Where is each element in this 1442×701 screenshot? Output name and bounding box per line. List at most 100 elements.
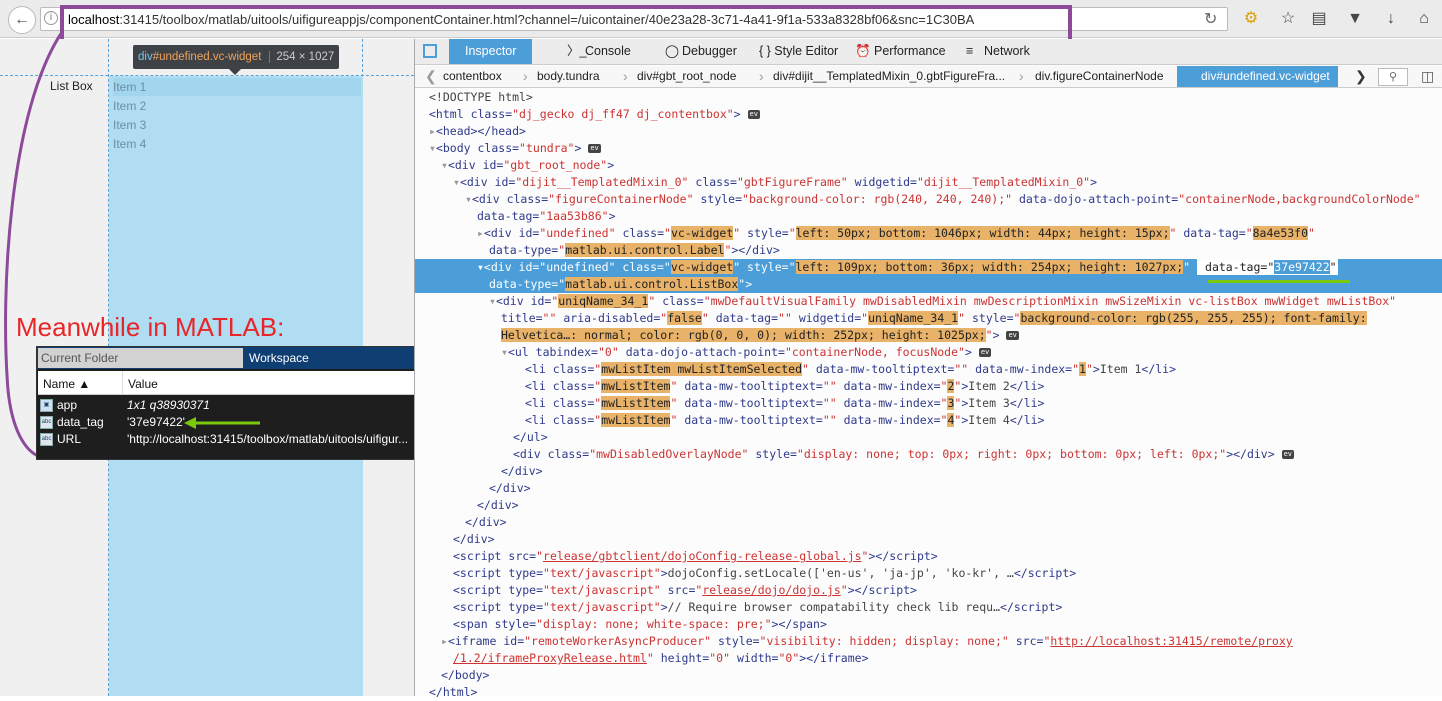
breadcrumb-item[interactable]: contentbox [443,66,502,87]
search-icon[interactable]: ⚲ [1378,68,1408,86]
code-line[interactable]: ▾<div class="figureContainerNode" style=… [415,191,1442,208]
char-icon: abc [40,416,53,429]
code-line[interactable]: <span style="display: none; white-space:… [415,616,1442,633]
url-highlight-box [60,5,1072,43]
code-line[interactable]: <script type="text/javascript">// Requir… [415,599,1442,616]
info-icon[interactable]: i [44,11,58,25]
home-icon[interactable]: ⌂ [1413,8,1435,30]
code-line[interactable]: <script type="text/javascript" src="rele… [415,582,1442,599]
tooltip-dims: 254 × 1027 [269,51,335,63]
table-row[interactable]: ▣ app 1x1 q38930371 [38,397,451,414]
breadcrumb-separator: › [523,68,528,84]
code-line[interactable]: </html> [415,684,1442,701]
tab-debugger[interactable]: Debugger [682,39,737,64]
reader-view-icon[interactable]: ▤ [1308,8,1330,30]
extension-icon[interactable]: ⚙ [1240,8,1262,30]
pocket-icon[interactable]: ▼ [1344,8,1366,30]
code-line[interactable]: ▾<ul tabindex="0" data-dojo-attach-point… [415,344,1442,361]
tab-style-editor[interactable]: { } Style Editor [759,39,838,64]
network-icon: ≡ [966,44,974,58]
code-line[interactable]: /1.2/iframeProxyRelease.html" height="0"… [415,650,1442,667]
code-line[interactable]: ▾<div id="gbt_root_node"> [415,157,1442,174]
sidebar-toggle-icon[interactable]: ◫ [1421,68,1434,85]
annotation-title: Meanwhile in MATLAB: [16,312,285,342]
breadcrumb-separator: › [1019,68,1024,84]
variable-name: data_tag [57,415,104,429]
code-line[interactable]: <!DOCTYPE html> [415,89,1442,106]
download-icon[interactable]: ↓ [1380,8,1402,30]
variable-value: 1x1 q38930371 [127,398,210,412]
element-picker-icon[interactable] [423,44,437,58]
reload-icon[interactable]: ↻ [1204,9,1217,29]
breadcrumb-item[interactable]: div#dijit__TemplatedMixin_0.gbtFigureFra… [773,66,1005,87]
variable-value: 'http://localhost:31415/toolbox/matlab/u… [127,432,409,446]
object-icon: ▣ [40,399,53,412]
code-line[interactable]: data-tag="1aa53b86"> [415,208,1442,225]
code-line[interactable]: </div> [415,514,1442,531]
code-line-selected[interactable]: ▾<div id="undefined" class="vc-widget" s… [415,259,1442,276]
tab-console[interactable]: Console [585,39,631,64]
code-line[interactable]: </div> [415,480,1442,497]
listbox-item[interactable]: Item 2 [113,97,361,115]
breadcrumb-item[interactable]: div.figureContainerNode [1035,66,1164,87]
code-line[interactable]: </ul> [415,429,1442,446]
console-icon: 〉_ [567,44,587,58]
chevron-right-icon[interactable]: ❯ [1355,68,1367,85]
code-line[interactable]: ▸<head></head> [415,123,1442,140]
code-line[interactable]: <script type="text/javascript">dojoConfi… [415,565,1442,582]
chevron-left-icon[interactable]: ❮ [425,68,437,85]
listbox-item[interactable]: Item 4 [113,135,361,153]
tab-network[interactable]: Network [984,39,1030,64]
column-divider [122,371,123,395]
code-line[interactable]: <li class="mwListItem mwListItemSelected… [415,361,1442,378]
workspace-tabbar: Current Folder Workspace ▼ [37,347,452,369]
workspace-header: Name ▲ Value [38,371,451,395]
table-row[interactable]: abc URL 'http://localhost:31415/toolbox/… [38,431,451,448]
matlab-workspace-panel: Current Folder Workspace ▼ Name ▲ Value … [36,346,453,460]
variable-value: '37e97422' [127,415,185,429]
code-line[interactable]: </body> [415,667,1442,684]
code-line[interactable]: ▾<body class="tundra"> ev [415,140,1442,157]
devtools-tabbar: Inspector 〉_ Console ◯ Debugger { } Styl… [415,39,1442,65]
code-line[interactable]: ▾<div id="uniqName_34_1" class="mwDefaul… [415,293,1442,310]
code-line[interactable]: Helvetica…: normal; color: rgb(0, 0, 0);… [415,327,1442,344]
code-line-selected[interactable]: data-type="matlab.ui.control.ListBox"> [415,276,1442,293]
inspector-tooltip: div#undefined.vc-widget 254 × 1027 [133,45,339,69]
code-line[interactable]: <script src="release/gbtclient/dojoConfi… [415,548,1442,565]
tab-inspector[interactable]: Inspector [449,39,533,64]
tooltip-tag: div [138,51,153,63]
breadcrumb: ❮ contentbox › body.tundra › div#gbt_roo… [415,66,1442,88]
code-line[interactable]: title="" aria-disabled="false" data-tag=… [415,310,1442,327]
tab-current-folder[interactable]: Current Folder [38,348,243,368]
code-line[interactable]: </div> [415,531,1442,548]
breadcrumb-item-active[interactable]: div#undefined.vc-widget [1177,66,1338,87]
variable-name: app [57,398,78,412]
code-line[interactable]: ▸<div id="undefined" class="vc-widget" s… [415,225,1442,242]
breadcrumb-separator: › [759,68,764,84]
bookmark-star-icon[interactable]: ☆ [1277,8,1299,30]
listbox-item[interactable]: Item 1 [113,78,361,96]
code-line[interactable]: <html class="dj_gecko dj_ff47 dj_content… [415,106,1442,123]
green-arrow-icon [184,417,260,429]
devtools-panel: Inspector 〉_ Console ◯ Debugger { } Styl… [414,39,1442,699]
tooltip-arrow-icon [229,69,241,75]
code-line[interactable]: ▾<div id="dijit__TemplatedMixin_0" class… [415,174,1442,191]
column-header-name[interactable]: Name ▲ [43,377,90,391]
markup-view: <!DOCTYPE html> <html class="dj_gecko dj… [415,89,1442,699]
code-line[interactable]: </div> [415,463,1442,480]
code-line[interactable]: <div class="mwDisabledOverlayNode" style… [415,446,1442,463]
performance-icon: ⏰ [855,44,871,58]
code-line[interactable]: <li class="mwListItem" data-mw-tooltipte… [415,395,1442,412]
column-header-value[interactable]: Value [128,377,158,391]
tab-performance[interactable]: Performance [874,39,946,64]
code-line[interactable]: ▸<iframe id="remoteWorkerAsyncProducer" … [415,633,1442,650]
code-line[interactable]: data-type="matlab.ui.control.Label"></di… [415,242,1442,259]
code-line[interactable]: <li class="mwListItem" data-mw-tooltipte… [415,378,1442,395]
breadcrumb-item[interactable]: div#gbt_root_node [637,66,736,87]
breadcrumb-separator: › [623,68,628,84]
breadcrumb-item[interactable]: body.tundra [537,66,600,87]
code-line[interactable]: </div> [415,497,1442,514]
selected-data-tag: 37e97422 [1274,260,1330,274]
code-line[interactable]: <li class="mwListItem" data-mw-tooltipte… [415,412,1442,429]
listbox-item[interactable]: Item 3 [113,116,361,134]
